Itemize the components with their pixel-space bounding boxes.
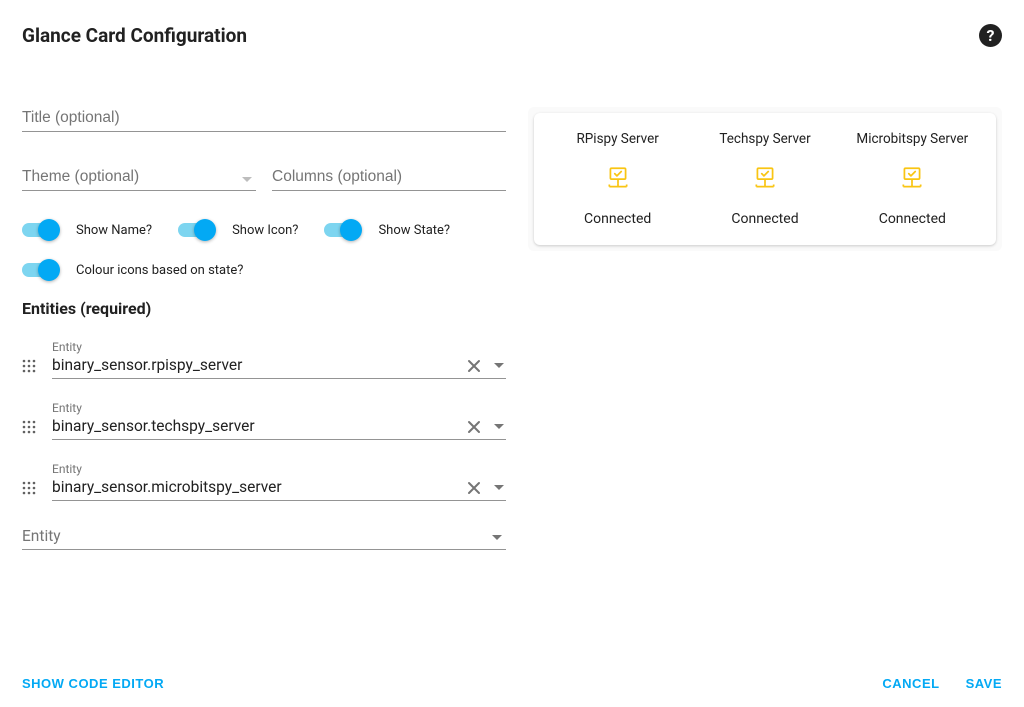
- dialog-title: Glance Card Configuration: [22, 24, 247, 47]
- entity-add-placeholder: Entity: [22, 523, 506, 549]
- show-code-editor-button[interactable]: SHOW CODE EDITOR: [22, 676, 164, 691]
- state-color-toggle[interactable]: [22, 259, 60, 281]
- cancel-button[interactable]: CANCEL: [882, 676, 939, 691]
- preview-state: Connected: [691, 211, 838, 227]
- save-button[interactable]: SAVE: [966, 676, 1002, 691]
- show-icon-toggle[interactable]: [178, 219, 216, 241]
- entity-value: binary_sensor.rpispy_server: [52, 354, 506, 378]
- chevron-down-icon[interactable]: [494, 363, 504, 369]
- server-network-icon: [605, 165, 631, 191]
- preview-item: Microbitspy Server Connected: [839, 131, 986, 227]
- columns-input[interactable]: [272, 164, 506, 191]
- title-input[interactable]: [22, 105, 506, 132]
- entity-row: Entity binary_sensor.techspy_server: [22, 401, 506, 440]
- chevron-down-icon[interactable]: [494, 424, 504, 430]
- show-name-toggle[interactable]: [22, 219, 60, 241]
- entity-label: Entity: [52, 401, 506, 415]
- entities-heading: Entities (required): [22, 299, 506, 318]
- entity-value: binary_sensor.techspy_server: [52, 415, 506, 439]
- entity-add-select[interactable]: Entity: [22, 523, 506, 550]
- entity-label: Entity: [52, 462, 506, 476]
- preview-item: Techspy Server Connected: [691, 131, 838, 227]
- server-network-icon: [899, 165, 925, 191]
- entity-label: Entity: [52, 340, 506, 354]
- preview-name: Techspy Server: [691, 131, 838, 147]
- show-state-toggle[interactable]: [324, 219, 362, 241]
- clear-icon[interactable]: [466, 358, 482, 374]
- columns-field[interactable]: [272, 164, 506, 191]
- entity-value: binary_sensor.microbitspy_server: [52, 476, 506, 500]
- entity-field[interactable]: Entity binary_sensor.microbitspy_server: [52, 462, 506, 501]
- drag-handle-icon[interactable]: [22, 420, 36, 440]
- server-network-icon: [752, 165, 778, 191]
- entity-row: Entity binary_sensor.rpispy_server: [22, 340, 506, 379]
- preview-name: RPispy Server: [544, 131, 691, 147]
- entity-field[interactable]: Entity binary_sensor.techspy_server: [52, 401, 506, 440]
- preview-state: Connected: [839, 211, 986, 227]
- drag-handle-icon[interactable]: [22, 481, 36, 501]
- show-name-label: Show Name?: [76, 223, 152, 238]
- drag-handle-icon[interactable]: [22, 359, 36, 379]
- chevron-down-icon[interactable]: [494, 485, 504, 491]
- theme-input[interactable]: [22, 164, 256, 191]
- show-icon-label: Show Icon?: [232, 223, 298, 238]
- clear-icon[interactable]: [466, 419, 482, 435]
- preview-state: Connected: [544, 211, 691, 227]
- preview-name: Microbitspy Server: [839, 131, 986, 147]
- title-field[interactable]: [22, 105, 506, 132]
- entity-field[interactable]: Entity binary_sensor.rpispy_server: [52, 340, 506, 379]
- help-icon[interactable]: ?: [979, 24, 1002, 47]
- config-form: Show Name? Show Icon? Show State?: [22, 105, 506, 550]
- theme-field[interactable]: [22, 164, 256, 191]
- state-color-label: Colour icons based on state?: [76, 263, 243, 278]
- clear-icon[interactable]: [466, 480, 482, 496]
- glance-card-preview: RPispy Server Connected Techspy Server C…: [534, 113, 996, 245]
- show-state-label: Show State?: [378, 223, 450, 238]
- preview-panel: RPispy Server Connected Techspy Server C…: [528, 107, 1002, 251]
- preview-item: RPispy Server Connected: [544, 131, 691, 227]
- entity-row: Entity binary_sensor.microbitspy_server: [22, 462, 506, 501]
